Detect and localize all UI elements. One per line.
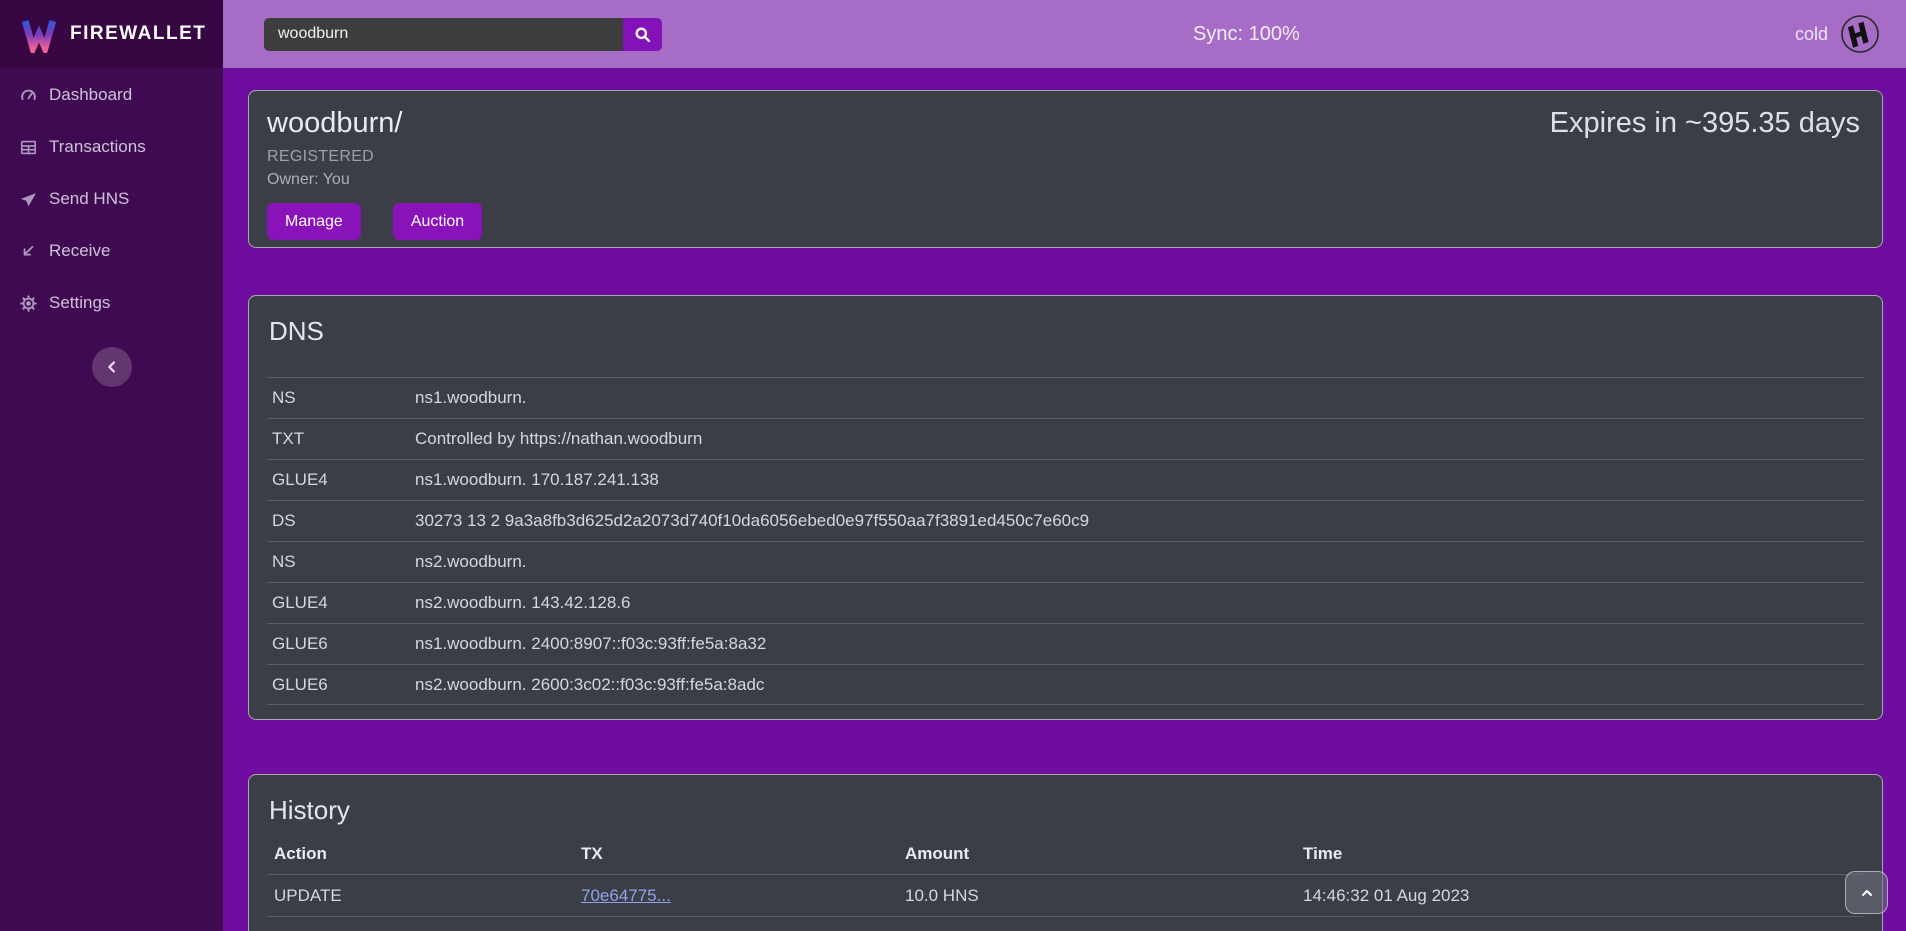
app-window: FIREWALLET Dashboard Transactions [0, 0, 1906, 931]
sync-status: Sync: 100% [1193, 23, 1300, 46]
domain-actions: Manage Auction [267, 203, 482, 240]
history-col-time: Time [1303, 844, 1864, 864]
domain-summary-left: woodburn/ REGISTERED Owner: You Manage A… [267, 105, 482, 240]
dns-record-row: NS ns1.woodburn. [267, 377, 1864, 418]
dns-card: DNS NS ns1.woodburn. TXT Controlled by h… [248, 295, 1883, 720]
main-area: Sync: 100% cold [223, 0, 1906, 931]
dns-record-value: ns1.woodburn. 2400:8907::f03c:93ff:fe5a:… [415, 634, 1864, 654]
domain-status: REGISTERED [267, 148, 482, 166]
domain-summary-card: woodburn/ REGISTERED Owner: You Manage A… [248, 90, 1883, 248]
dns-record-value: ns2.woodburn. 143.42.128.6 [415, 593, 1864, 613]
sidebar-item-dashboard[interactable]: Dashboard [0, 69, 223, 121]
arrow-down-left-icon [19, 242, 38, 261]
dns-record-type: NS [267, 388, 415, 408]
app-title: FIREWALLET [70, 23, 206, 45]
dns-record-type: GLUE4 [267, 593, 415, 613]
dns-table: NS ns1.woodburn. TXT Controlled by https… [267, 377, 1864, 705]
search-group [264, 18, 662, 51]
auction-button[interactable]: Auction [393, 203, 482, 240]
firewallet-w-icon [20, 15, 58, 53]
dns-record-type: DS [267, 511, 415, 531]
domain-owner: Owner: You [267, 171, 482, 189]
dns-record-row: GLUE4 ns2.woodburn. 143.42.128.6 [267, 582, 1864, 623]
history-action: RENEW [267, 928, 581, 931]
search-input[interactable] [264, 18, 623, 51]
app-logo[interactable]: FIREWALLET [0, 0, 223, 68]
sidebar-collapse-button[interactable] [92, 347, 132, 387]
wallet-selector[interactable]: cold [1795, 14, 1880, 54]
history-header-row: Action TX Amount Time [267, 834, 1864, 874]
history-amount: 10.0 HNS [905, 886, 1303, 906]
dns-record-value: 30273 13 2 9a3a8fb3d625d2a2073d740f10da6… [415, 511, 1864, 531]
top-bar: Sync: 100% cold [223, 0, 1906, 68]
history-col-action: Action [267, 844, 581, 864]
history-action: UPDATE [267, 886, 581, 906]
history-row: RENEW 45b81c... 10.0 HNS 15:47:06 07 Jul… [267, 916, 1864, 931]
dns-record-type: GLUE4 [267, 470, 415, 490]
history-col-amount: Amount [905, 844, 1303, 864]
dns-record-type: NS [267, 552, 415, 572]
sidebar-item-label: Send HNS [49, 189, 129, 209]
history-time: 15:47:06 07 Jul 2023 [1303, 928, 1864, 931]
sidebar-item-label: Settings [49, 293, 110, 313]
search-button[interactable] [623, 18, 662, 51]
sidebar-item-receive[interactable]: Receive [0, 225, 223, 277]
history-row: UPDATE 70e64775... 10.0 HNS 14:46:32 01 … [267, 874, 1864, 916]
sidebar-item-settings[interactable]: Settings [0, 277, 223, 329]
dns-record-type: GLUE6 [267, 675, 415, 695]
dns-record-type: TXT [267, 429, 415, 449]
table-icon [19, 138, 38, 157]
dns-record-type: GLUE6 [267, 634, 415, 654]
history-card: History Action TX Amount Time UPDATE 70e… [248, 774, 1883, 931]
tx-link[interactable]: 70e64775... [581, 886, 671, 905]
sidebar-item-label: Dashboard [49, 85, 132, 105]
paper-plane-icon [19, 190, 38, 209]
dns-record-value: ns2.woodburn. 2600:3c02::f03c:93ff:fe5a:… [415, 675, 1864, 695]
dns-record-row: GLUE6 ns2.woodburn. 2600:3c02::f03c:93ff… [267, 664, 1864, 705]
history-col-tx: TX [581, 844, 905, 864]
dns-record-value: ns1.woodburn. 170.187.241.138 [415, 470, 1864, 490]
page-title: woodburn/ [267, 107, 482, 140]
dns-record-value: ns1.woodburn. [415, 388, 1864, 408]
gauge-icon [19, 86, 38, 105]
chevron-left-icon [103, 358, 121, 376]
sidebar-nav: Dashboard Transactions Send HNS [0, 68, 223, 329]
sidebar-item-label: Receive [49, 241, 110, 261]
manage-button[interactable]: Manage [267, 203, 361, 240]
dns-record-row: DS 30273 13 2 9a3a8fb3d625d2a2073d740f10… [267, 500, 1864, 541]
wallet-name: cold [1795, 24, 1828, 45]
sidebar: FIREWALLET Dashboard Transactions [0, 0, 223, 931]
tx-link[interactable]: 45b81c... [581, 928, 651, 931]
history-amount: 10.0 HNS [905, 928, 1303, 931]
dns-record-row: GLUE4 ns1.woodburn. 170.187.241.138 [267, 459, 1864, 500]
history-title: History [269, 795, 1864, 826]
sidebar-item-label: Transactions [49, 137, 146, 157]
dns-title: DNS [269, 316, 1864, 347]
history-table: Action TX Amount Time UPDATE 70e64775...… [267, 834, 1864, 931]
history-time: 14:46:32 01 Aug 2023 [1303, 886, 1864, 906]
sidebar-item-send-hns[interactable]: Send HNS [0, 173, 223, 225]
dns-record-row: GLUE6 ns1.woodburn. 2400:8907::f03c:93ff… [267, 623, 1864, 664]
dns-record-row: TXT Controlled by https://nathan.woodbur… [267, 418, 1864, 459]
handshake-logo-icon [1840, 14, 1880, 54]
chevron-up-icon [1859, 885, 1875, 901]
sidebar-item-transactions[interactable]: Transactions [0, 121, 223, 173]
dns-record-value: ns2.woodburn. [415, 552, 1864, 572]
dns-record-row: NS ns2.woodburn. [267, 541, 1864, 582]
dns-record-value: Controlled by https://nathan.woodburn [415, 429, 1864, 449]
search-icon [633, 25, 652, 44]
gear-icon [19, 294, 38, 313]
expiry-text: Expires in ~395.35 days [1550, 107, 1864, 140]
scroll-to-top-button[interactable] [1845, 871, 1888, 914]
page-content: woodburn/ REGISTERED Owner: You Manage A… [223, 68, 1906, 931]
